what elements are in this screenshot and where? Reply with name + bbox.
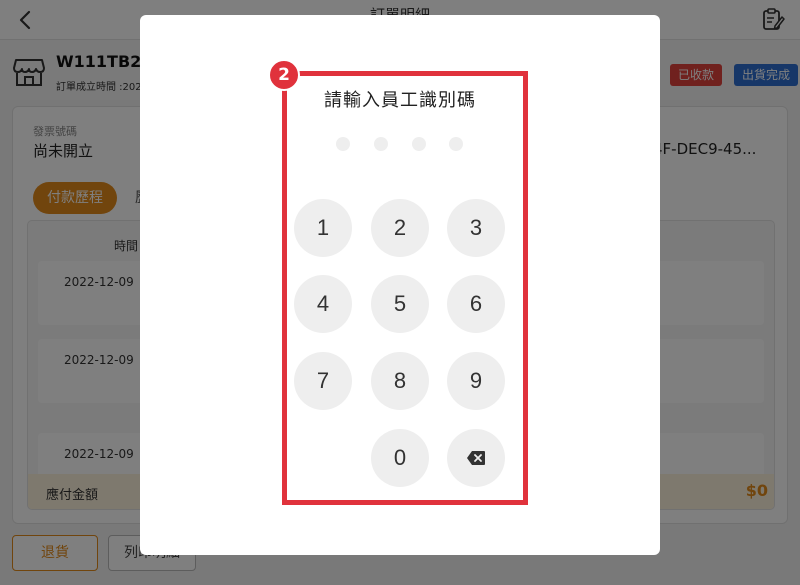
pin-dot [336,137,350,151]
pin-indicator [336,137,466,151]
pin-dot [449,137,463,151]
pin-dot [412,137,426,151]
backspace-icon [467,451,485,465]
keypad-key-3[interactable]: 3 [447,199,505,257]
pin-dot [374,137,388,151]
keypad-backspace-button[interactable] [447,429,505,487]
keypad-key-7[interactable]: 7 [294,352,352,410]
keypad-key-5[interactable]: 5 [371,275,429,333]
keypad-key-1[interactable]: 1 [294,199,352,257]
employee-id-dialog: 2 請輸入員工識別碼 1 2 3 4 5 6 7 8 9 0 [140,15,660,555]
keypad-key-9[interactable]: 9 [447,352,505,410]
keypad-key-8[interactable]: 8 [371,352,429,410]
keypad-key-4[interactable]: 4 [294,275,352,333]
keypad-key-6[interactable]: 6 [447,275,505,333]
keypad-key-2[interactable]: 2 [371,199,429,257]
keypad-key-0[interactable]: 0 [371,429,429,487]
dialog-title: 請輸入員工識別碼 [324,90,476,111]
